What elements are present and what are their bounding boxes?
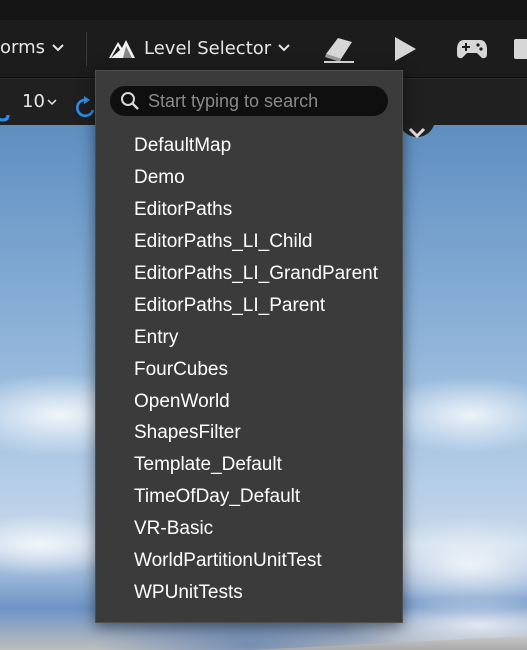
level-search-box[interactable]: [110, 86, 388, 116]
transforms-dropdown[interactable]: orms: [0, 37, 65, 58]
level-item[interactable]: OpenWorld: [96, 386, 402, 418]
snap-icon[interactable]: [0, 101, 10, 123]
viewport-gizmo-icon[interactable]: [398, 125, 436, 149]
level-item[interactable]: EditorPaths_LI_Child: [96, 226, 402, 258]
level-item[interactable]: EditorPaths_LI_GrandParent: [96, 258, 402, 290]
play-icon[interactable]: [392, 35, 418, 63]
level-item[interactable]: Demo: [96, 162, 402, 194]
level-selector-menu: DefaultMap Demo EditorPaths EditorPaths_…: [95, 70, 403, 623]
grid-snap-dropdown[interactable]: 10: [22, 91, 57, 112]
rotate-snap-icon[interactable]: [75, 96, 97, 120]
level-item[interactable]: ShapesFilter: [96, 417, 402, 449]
search-icon: [121, 92, 139, 110]
stop-icon[interactable]: [514, 39, 527, 59]
level-item[interactable]: EditorPaths: [96, 194, 402, 226]
toolbar-divider: [86, 32, 87, 66]
level-item[interactable]: FourCubes: [96, 354, 402, 386]
level-list: DefaultMap Demo EditorPaths EditorPaths_…: [96, 130, 402, 609]
level-item[interactable]: Template_Default: [96, 449, 402, 481]
chevron-down-icon: [47, 98, 57, 105]
level-item[interactable]: TimeOfDay_Default: [96, 481, 402, 513]
level-selector-label: Level Selector: [144, 37, 272, 59]
level-item[interactable]: DefaultMap: [96, 130, 402, 162]
level-item[interactable]: WorldPartitionUnitTest: [96, 545, 402, 577]
level-item[interactable]: VR-Basic: [96, 513, 402, 545]
level-mode-icon: [109, 40, 135, 58]
level-item[interactable]: Entry: [96, 322, 402, 354]
grid-snap-value: 10: [22, 91, 45, 112]
search-input[interactable]: [148, 90, 378, 112]
level-item[interactable]: EditorPaths_LI_Parent: [96, 290, 402, 322]
level-item[interactable]: WPUnitTests: [96, 577, 402, 609]
chevron-down-icon: [278, 44, 290, 52]
eraser-build-icon[interactable]: [322, 34, 356, 64]
gamepad-icon[interactable]: [456, 38, 488, 60]
level-selector-dropdown[interactable]: Level Selector: [108, 36, 291, 60]
title-bar: [0, 0, 527, 20]
transforms-label: orms: [0, 37, 46, 58]
ground-plane: [251, 636, 527, 650]
chevron-down-icon: [52, 43, 64, 51]
